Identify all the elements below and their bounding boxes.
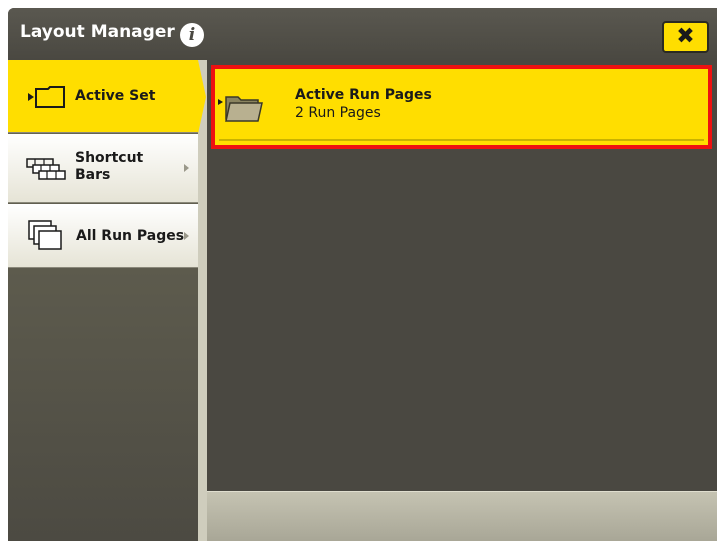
sidebar-item-label: Active Set	[75, 88, 156, 104]
sidebar-item-active-set[interactable]: Active Set	[8, 60, 198, 133]
folder-icon	[218, 96, 263, 122]
chevron-right-icon	[184, 232, 189, 240]
active-set-icon	[28, 86, 65, 108]
titlebar: Layout Manager i ✖	[8, 8, 717, 60]
chevron-right-icon	[184, 164, 189, 172]
card-subtitle: 2 Run Pages	[295, 105, 381, 121]
sidebar-item-shortcut-bars[interactable]: Shortcut Bars	[8, 134, 198, 203]
sidebar: Active Set Shortcut Bars All Run Pages	[8, 60, 198, 541]
shortcut-bars-icon	[26, 158, 66, 180]
info-icon[interactable]: i	[180, 23, 204, 47]
sidebar-item-label-line1: Shortcut	[75, 150, 144, 166]
sidebar-item-all-run-pages[interactable]: All Run Pages	[8, 204, 198, 268]
window-title: Layout Manager	[20, 22, 175, 42]
close-button[interactable]: ✖	[662, 21, 709, 53]
sidebar-item-label-line2: Bars	[75, 167, 111, 183]
card-divider	[219, 139, 704, 141]
selection-notch	[198, 60, 206, 134]
card-title: Active Run Pages	[295, 87, 432, 103]
run-page-set-card[interactable]: Active Run Pages 2 Run Pages	[211, 65, 712, 149]
footer-bar	[207, 491, 717, 541]
main-pane: Active Run Pages 2 Run Pages	[207, 60, 717, 541]
sidebar-item-label: All Run Pages	[76, 228, 185, 244]
all-run-pages-icon	[28, 220, 62, 250]
layout-manager-window: Layout Manager i ✖ Active Set Shortcut B…	[8, 8, 717, 541]
